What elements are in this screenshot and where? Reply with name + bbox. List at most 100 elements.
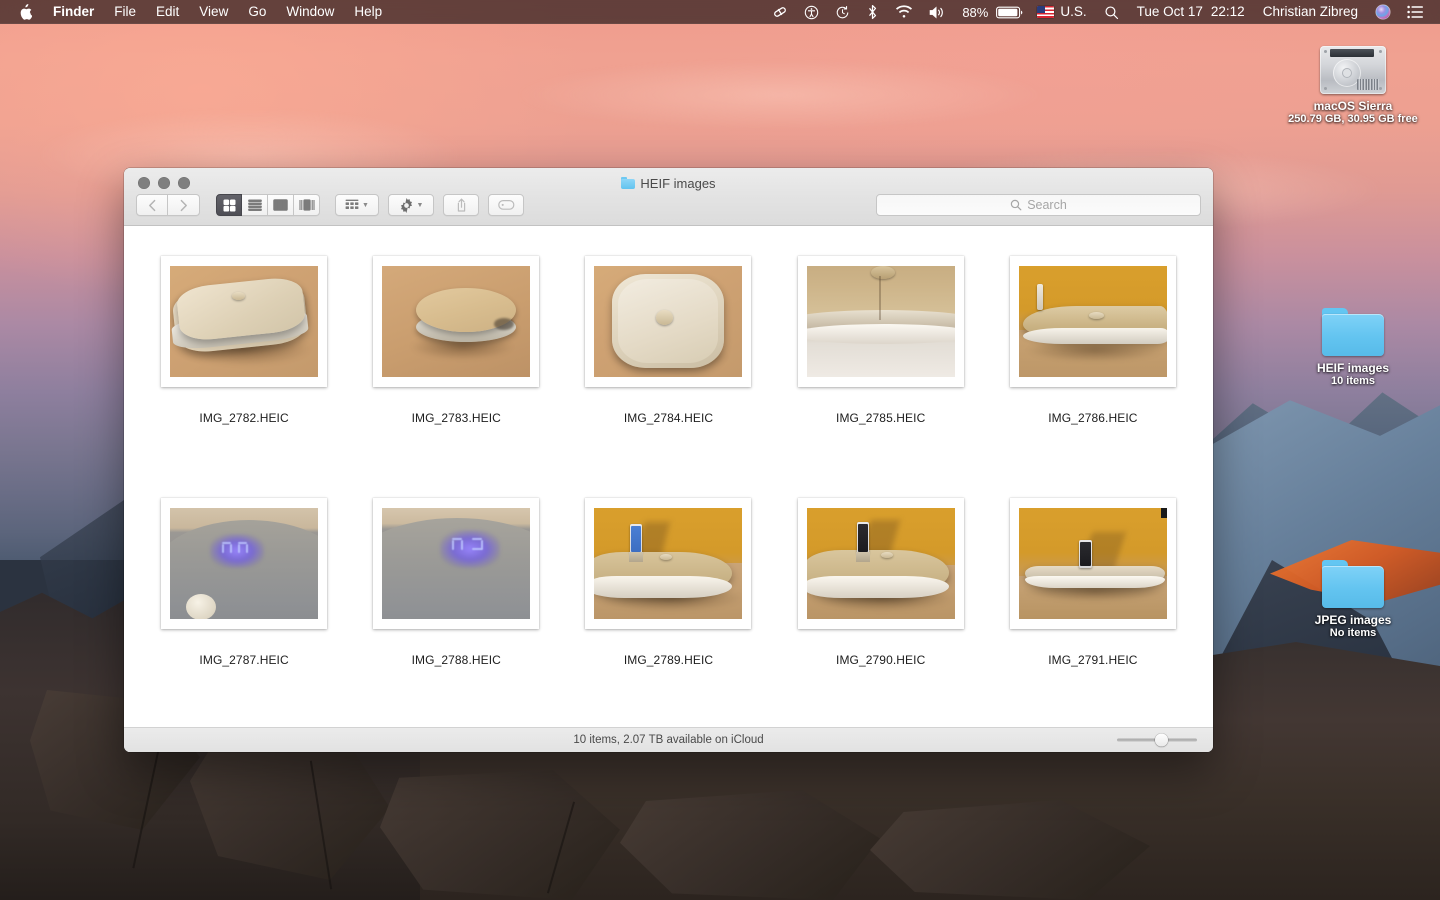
finder-titlebar[interactable]: HEIF images [124,168,1213,226]
file-thumbnail-frame [585,498,751,629]
file-item[interactable]: IMG_2788.HEIC [350,486,562,728]
wallpaper-cloud [520,60,1040,130]
battery-percent-text: 88% [962,5,992,20]
spotlight-search-icon[interactable] [1096,0,1127,24]
file-name: IMG_2787.HEIC [199,653,288,667]
file-item[interactable]: IMG_2787.HEIC [138,486,350,728]
file-thumbnail [382,266,530,377]
file-item[interactable]: IMG_2785.HEIC [775,244,987,486]
file-thumbnail-frame [373,256,539,387]
file-thumbnail-frame [373,498,539,629]
icon-size-slider[interactable] [1117,733,1197,747]
menu-bar-time[interactable]: 22:12 [1209,0,1254,24]
file-thumbnail-frame [1010,498,1176,629]
input-source-label[interactable]: U.S. [1058,0,1095,24]
search-input[interactable]: Search [876,194,1201,216]
menu-bar-left: Finder File Edit View Go Window Help [0,0,392,24]
notification-center-icon[interactable] [1399,0,1432,24]
menu-item-window[interactable]: Window [276,0,344,24]
desktop-icon-subtitle: 250.79 GB, 30.95 GB free [1278,113,1428,126]
icon-view-button[interactable] [216,194,242,216]
file-item[interactable]: IMG_2782.HEIC [138,244,350,486]
apple-logo-icon[interactable] [9,0,43,24]
file-thumbnail-frame [161,256,327,387]
folder-icon [1278,542,1428,608]
menu-bar-date[interactable]: Tue Oct 17 [1127,0,1209,24]
file-thumbnail [382,508,530,619]
finder-status-bar: 10 items, 2.07 TB available on iCloud [124,727,1213,752]
navigation-buttons [136,194,200,216]
menu-item-edit[interactable]: Edit [146,0,189,24]
list-view-button[interactable] [242,194,268,216]
status-text: 10 items, 2.07 TB available on iCloud [573,734,763,746]
file-name: IMG_2789.HEIC [624,653,713,667]
file-name: IMG_2790.HEIC [836,653,925,667]
share-button[interactable] [443,194,479,216]
file-item[interactable]: IMG_2789.HEIC [562,486,774,728]
menu-item-file[interactable]: File [104,0,146,24]
file-item[interactable]: IMG_2784.HEIC [562,244,774,486]
search-placeholder: Search [1027,198,1067,212]
view-mode-segmented-control [216,194,320,216]
bluetooth-icon[interactable] [858,0,887,24]
menu-bar: Finder File Edit View Go Window Help [0,0,1440,24]
battery-icon[interactable] [994,0,1031,24]
file-thumbnail [170,266,318,377]
folder-icon [621,177,635,189]
desktop-icon-subtitle: No items [1278,627,1428,640]
file-item[interactable]: IMG_2786.HEIC [987,244,1199,486]
desktop-icon-label: macOS Sierra [1278,99,1428,113]
chevron-down-icon: ▼ [417,202,424,209]
file-thumbnail [594,266,742,377]
menu-item-view[interactable]: View [189,0,238,24]
wifi-icon[interactable] [887,0,921,24]
file-name: IMG_2784.HEIC [624,411,713,425]
desktop-icon-jpeg-images[interactable]: JPEG images No items [1278,542,1428,640]
file-thumbnail-frame [798,256,964,387]
back-button[interactable] [136,194,168,216]
desktop-icon-label: JPEG images [1278,613,1428,627]
finder-content-area[interactable]: IMG_2782.HEIC IMG_2783.HEIC [124,226,1213,727]
desktop-icon-heif-images[interactable]: HEIF images 10 items [1278,290,1428,388]
tags-button[interactable] [488,194,524,216]
arrange-button[interactable]: ▼ [335,194,379,216]
file-thumbnail [1019,508,1167,619]
volume-icon[interactable] [921,0,954,24]
menu-item-help[interactable]: Help [344,0,392,24]
folder-icon [1278,290,1428,356]
file-name: IMG_2783.HEIC [412,411,501,425]
file-item[interactable]: IMG_2783.HEIC [350,244,562,486]
file-thumbnail [594,508,742,619]
forward-button[interactable] [168,194,200,216]
file-thumbnail [1019,266,1167,377]
file-thumbnail-frame [585,256,751,387]
menu-item-go[interactable]: Go [238,0,276,24]
file-thumbnail-frame [161,498,327,629]
file-name: IMG_2786.HEIC [1048,411,1137,425]
file-item[interactable]: IMG_2790.HEIC [775,486,987,728]
menu-item-finder[interactable]: Finder [43,0,104,24]
window-title: HEIF images [124,174,1213,192]
file-name: IMG_2791.HEIC [1048,653,1137,667]
accessibility-icon[interactable] [796,0,827,24]
file-item[interactable]: IMG_2791.HEIC [987,486,1199,728]
finder-toolbar: ▼ ▼ [124,191,1213,219]
file-thumbnail [170,508,318,619]
slider-knob[interactable] [1155,734,1168,747]
file-name: IMG_2788.HEIC [412,653,501,667]
chevron-down-icon: ▼ [362,202,369,209]
battery-percent-label: 88% [954,0,994,24]
time-machine-icon[interactable] [827,0,858,24]
file-name: IMG_2782.HEIC [199,411,288,425]
file-thumbnail [807,508,955,619]
gallery-view-button[interactable] [294,194,320,216]
pill-capsule-icon[interactable] [764,0,796,24]
finder-window[interactable]: HEIF images [124,168,1213,752]
siri-icon[interactable] [1367,0,1399,24]
input-source-flag-icon[interactable] [1031,0,1058,24]
menu-bar-user-name[interactable]: Christian Zibreg [1254,0,1367,24]
column-view-button[interactable] [268,194,294,216]
desktop-icon-macos-sierra[interactable]: macOS Sierra 250.79 GB, 30.95 GB free [1278,28,1428,126]
action-menu-button[interactable]: ▼ [388,194,434,216]
desktop-icon-subtitle: 10 items [1278,375,1428,388]
